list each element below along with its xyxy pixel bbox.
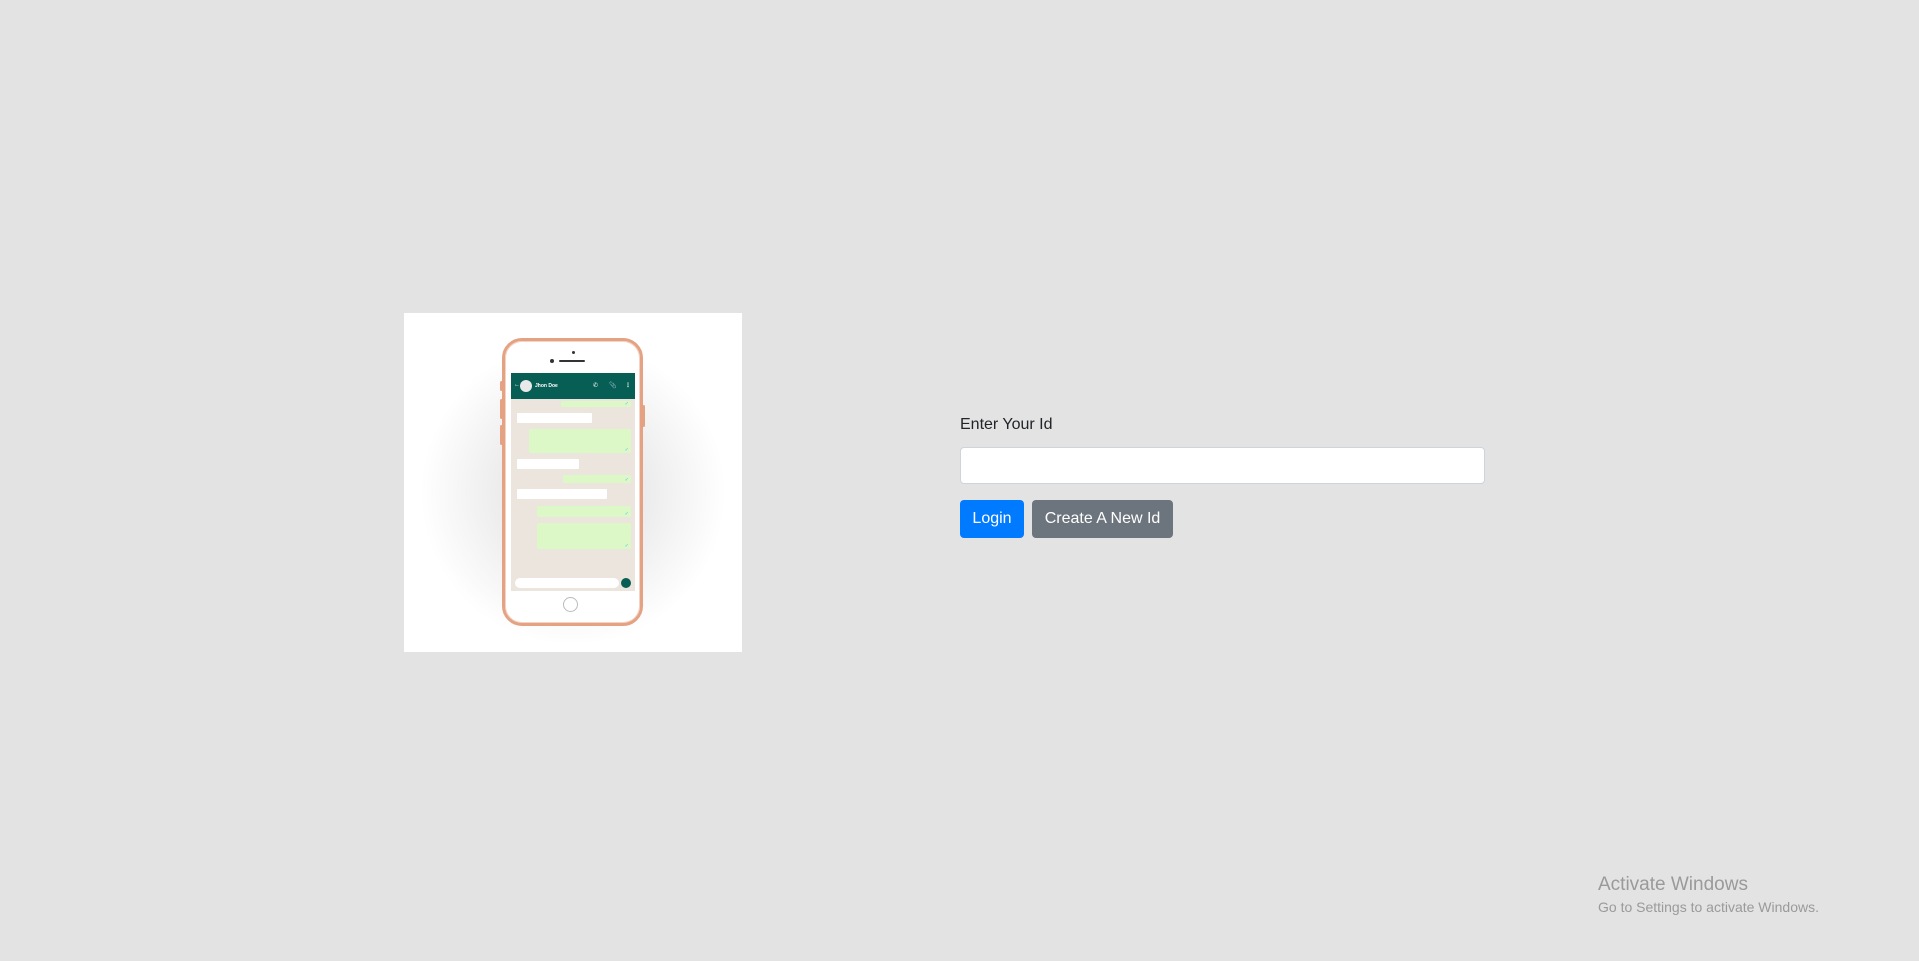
chat-bubble-outgoing: ✓ bbox=[537, 506, 631, 517]
phone-volume-down-button bbox=[500, 425, 503, 445]
id-label: Enter Your Id bbox=[960, 416, 1053, 433]
microphone-icon bbox=[621, 578, 631, 588]
phone-side-button bbox=[500, 381, 503, 391]
attach-icon: 📎 bbox=[609, 383, 617, 389]
chat-bubble-incoming bbox=[517, 489, 607, 499]
chat-bubble-incoming bbox=[517, 413, 592, 423]
phone-speaker bbox=[559, 360, 585, 362]
watermark-subtitle: Go to Settings to activate Windows. bbox=[1598, 899, 1819, 915]
chat-header: ← Jhon Doe ✆ 📎 ⋮ bbox=[511, 373, 635, 399]
phone-volume-up-button bbox=[500, 399, 503, 419]
id-input[interactable] bbox=[960, 447, 1485, 484]
avatar bbox=[520, 380, 532, 392]
chat-bubble-outgoing: ✓ bbox=[537, 523, 631, 549]
phone-sensor bbox=[572, 351, 575, 354]
phone-illustration: ← Jhon Doe ✆ 📎 ⋮ ✓ ✓ ✓ ✓ ✓ bbox=[404, 313, 742, 652]
windows-activation-watermark: Activate Windows Go to Settings to activ… bbox=[1598, 873, 1819, 917]
watermark-title: Activate Windows bbox=[1598, 874, 1748, 895]
login-button[interactable]: Login bbox=[960, 500, 1024, 538]
phone-frame: ← Jhon Doe ✆ 📎 ⋮ ✓ ✓ ✓ ✓ ✓ bbox=[500, 338, 645, 626]
more-options-icon: ⋮ bbox=[625, 383, 631, 389]
phone-screen: ← Jhon Doe ✆ 📎 ⋮ ✓ ✓ ✓ ✓ ✓ bbox=[511, 373, 635, 591]
chat-contact-name: Jhon Doe bbox=[535, 383, 558, 389]
create-new-id-button[interactable]: Create A New Id bbox=[1032, 500, 1173, 538]
chat-bubble-outgoing: ✓ bbox=[561, 401, 631, 407]
phone-home-button bbox=[563, 597, 578, 612]
phone-camera-icon bbox=[550, 359, 554, 363]
phone-call-icon: ✆ bbox=[593, 383, 599, 389]
chat-bubble-outgoing: ✓ bbox=[563, 475, 631, 483]
phone-power-button bbox=[642, 405, 645, 427]
chat-bubble-outgoing: ✓ bbox=[529, 429, 631, 453]
chat-bubble-incoming bbox=[517, 459, 579, 469]
chat-input-bar bbox=[515, 578, 619, 588]
